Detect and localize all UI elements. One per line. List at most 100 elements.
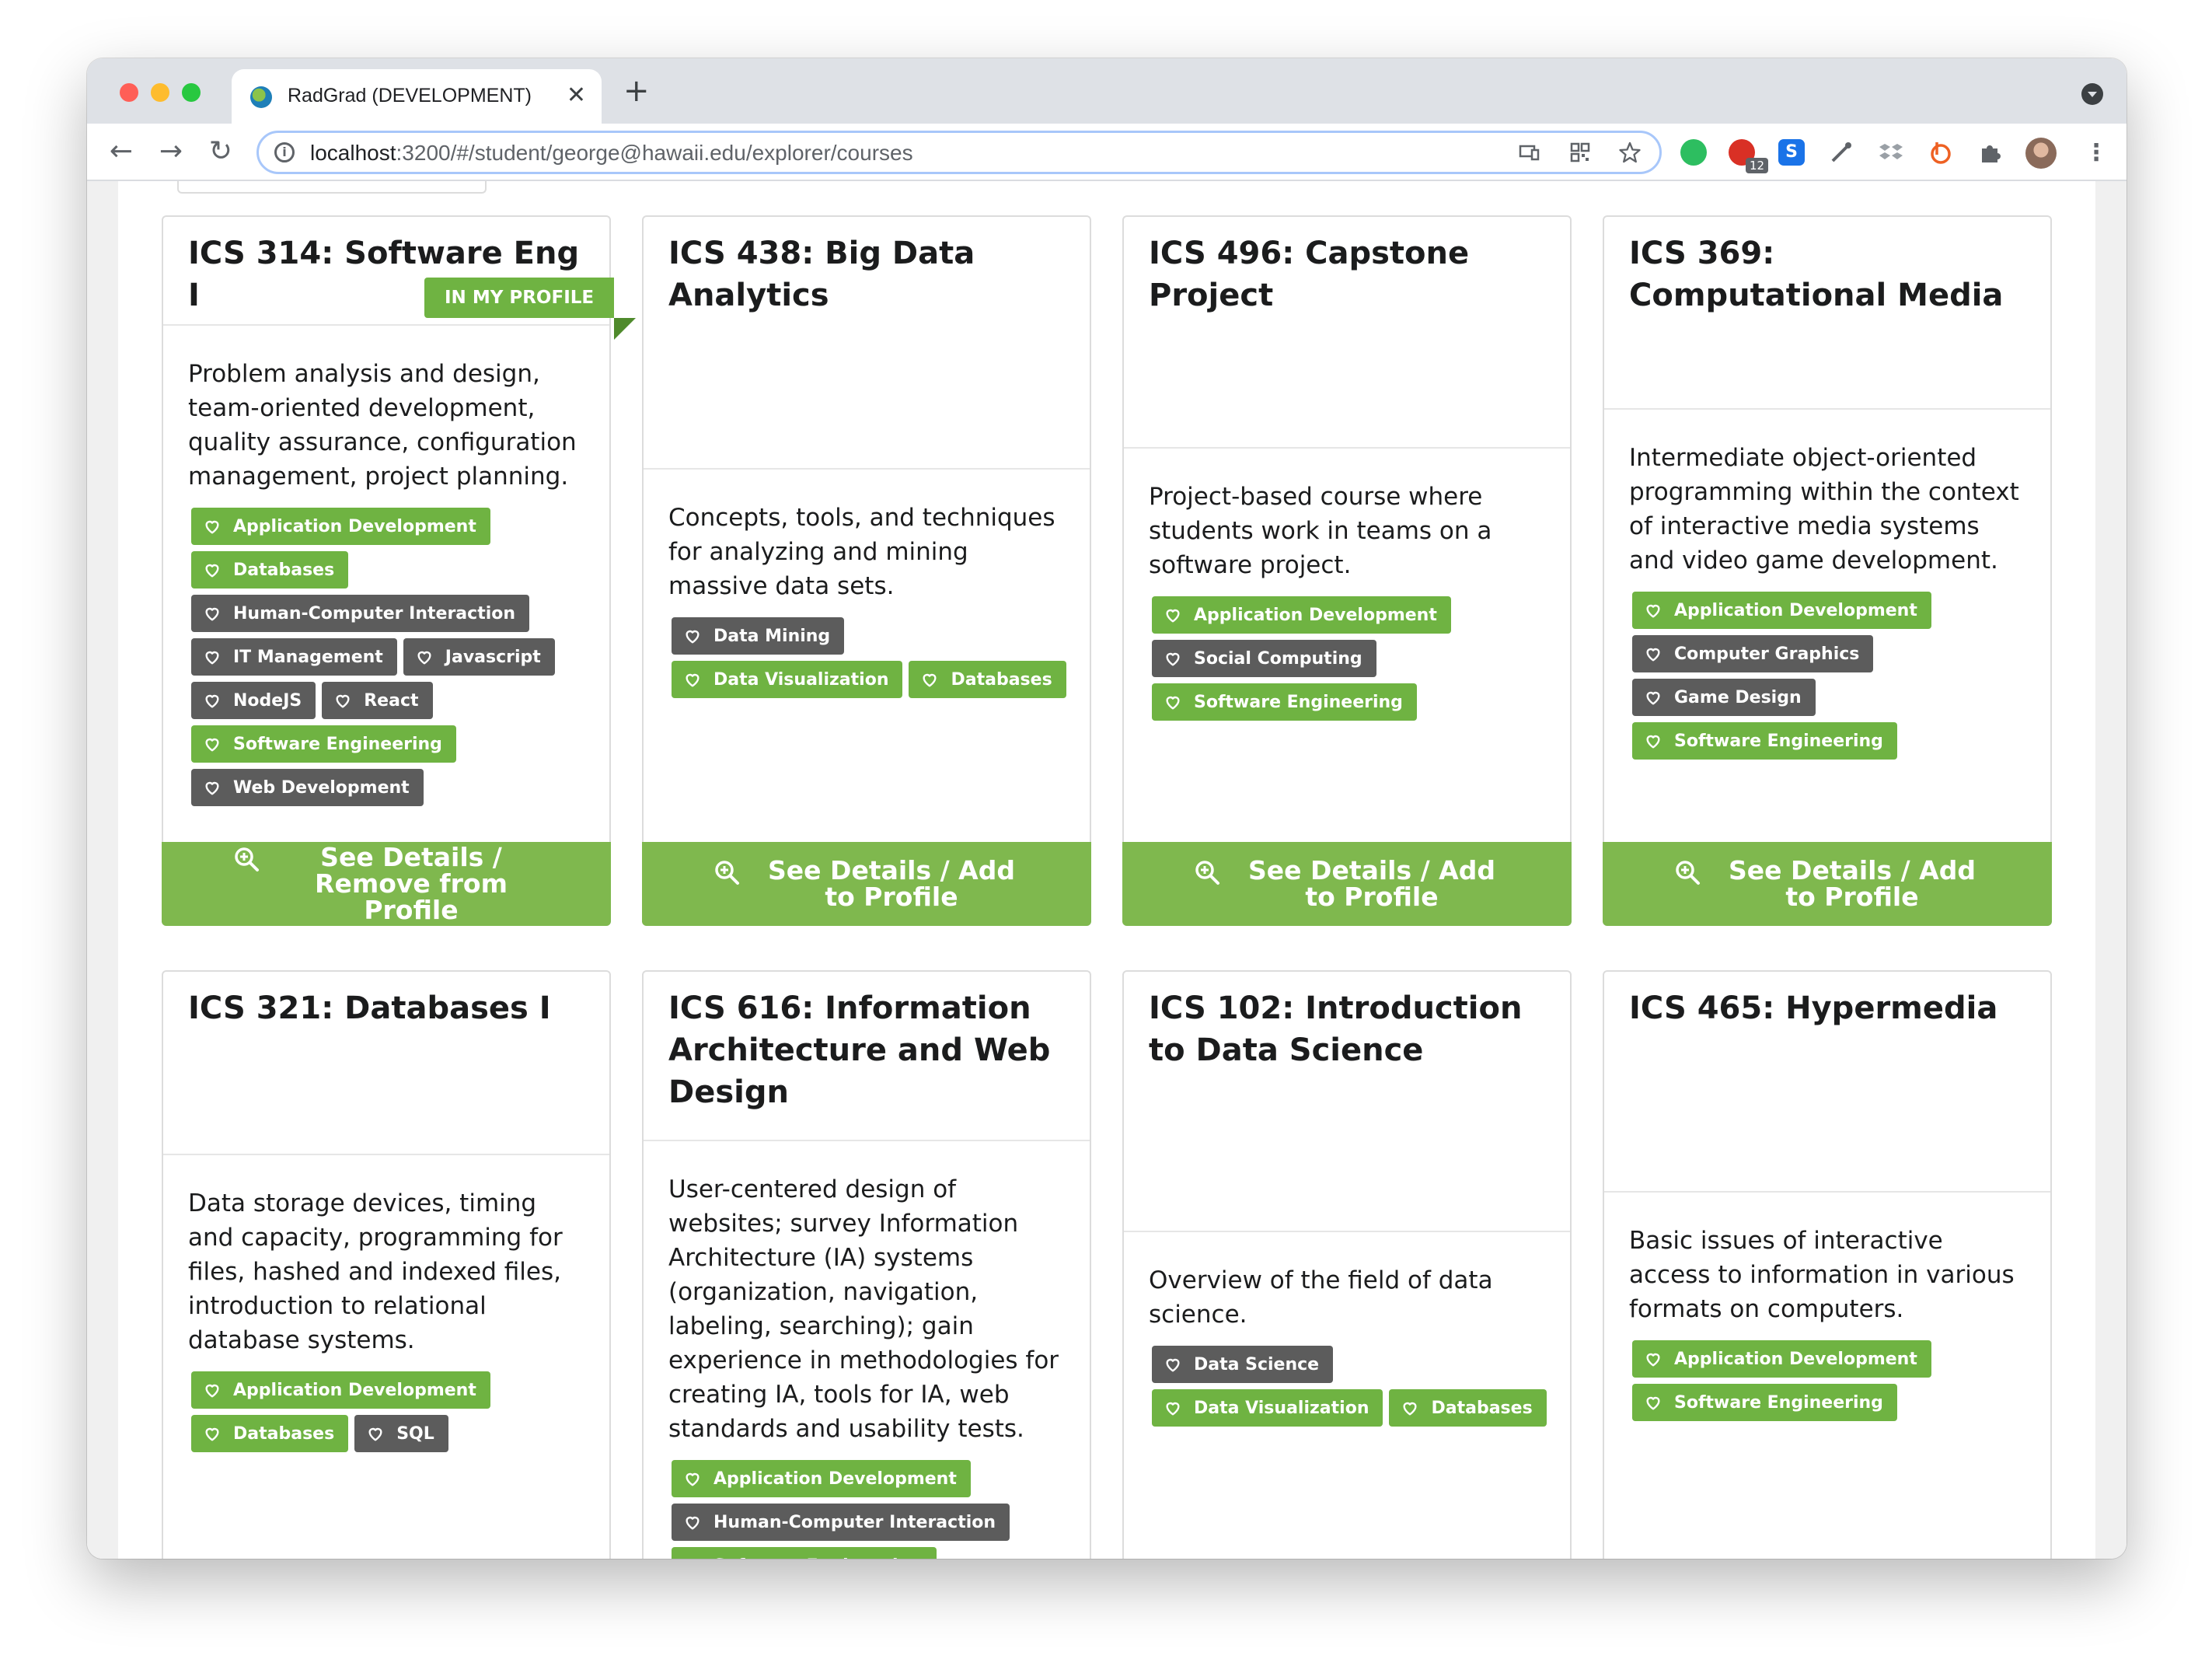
heart-icon <box>1164 650 1181 667</box>
interest-tag[interactable]: Databases <box>909 661 1066 698</box>
interest-tag[interactable]: Application Development <box>1632 592 1931 629</box>
course-title[interactable]: ICS 438: Big Data Analytics <box>668 232 1065 316</box>
heart-icon <box>204 605 221 622</box>
bookmark-star-icon[interactable] <box>1619 141 1641 163</box>
interest-tag[interactable]: Application Development <box>191 508 490 545</box>
heart-icon <box>1164 693 1181 711</box>
evernote-extension-icon[interactable] <box>1680 139 1707 166</box>
course-card-header: ICS 314: Software Eng I IN MY PROFILE <box>163 217 637 340</box>
heart-icon <box>684 627 701 644</box>
heart-icon <box>334 692 351 709</box>
course-title[interactable]: ICS 102: Introduction to Data Science <box>1149 987 1545 1071</box>
interest-tag-label: Javascript <box>445 647 541 667</box>
see-details-add-button[interactable]: See Details / Add to Profile <box>1122 842 1572 926</box>
course-card-body: Basic issues of interactive access to in… <box>1604 1193 2050 1421</box>
heart-icon <box>204 561 221 578</box>
interest-tag[interactable]: React <box>322 682 433 719</box>
url-host: localhost <box>310 141 396 165</box>
close-window-button[interactable] <box>120 83 138 102</box>
profile-avatar[interactable] <box>2025 138 2057 169</box>
interest-tag[interactable]: Software Engineering <box>1632 722 1897 760</box>
in-profile-ribbon-label: IN MY PROFILE <box>445 288 595 308</box>
new-tab-button[interactable]: + <box>623 75 650 107</box>
eyedropper-extension-icon[interactable] <box>1828 139 1854 166</box>
interest-tag[interactable]: NodeJS <box>191 682 316 719</box>
interest-tag[interactable]: Application Development <box>672 1460 971 1497</box>
interest-tags: Application Development Social Computing S… <box>1152 596 1556 721</box>
course-card-body: Concepts, tools, and techniques for anal… <box>644 470 1090 698</box>
course-title[interactable]: ICS 496: Capstone Project <box>1149 232 1545 316</box>
course-card-header: ICS 102: Introduction to Data Science <box>1124 972 1570 1232</box>
interest-tag[interactable]: Software Engineering <box>1152 683 1417 721</box>
extensions-puzzle-icon[interactable] <box>1977 139 2004 166</box>
interest-tags: Data Mining Data Visualization Databases <box>672 617 1076 698</box>
course-title[interactable]: ICS 465: Hypermedia <box>1629 987 2025 1029</box>
interest-tag[interactable]: Databases <box>191 551 349 589</box>
radgrad-favicon-icon <box>250 86 272 108</box>
interest-tag[interactable]: Application Development <box>1632 1340 1931 1378</box>
interest-tag[interactable]: Data Visualization <box>672 661 903 698</box>
forward-button[interactable]: → <box>152 133 190 170</box>
interest-tag[interactable]: Software Engineering <box>672 1547 937 1559</box>
interest-tag-label: Software Engineering <box>713 1556 923 1559</box>
course-card: ICS 465: Hypermedia Basic issues of inter… <box>1603 970 2052 1559</box>
dropbox-extension-icon[interactable] <box>1878 139 1904 166</box>
tab-close-icon[interactable]: ✕ <box>567 82 586 109</box>
course-title[interactable]: ICS 321: Databases I <box>188 987 584 1029</box>
cast-icon[interactable] <box>1518 141 1540 163</box>
interest-tag[interactable]: Databases <box>191 1415 349 1452</box>
qr-code-icon[interactable] <box>1569 141 1591 163</box>
interest-tag[interactable]: Databases <box>1389 1389 1547 1427</box>
course-title[interactable]: ICS 616: Information Architecture and We… <box>668 987 1065 1113</box>
see-details-remove-button[interactable]: See Details / Remove from Profile <box>162 842 611 926</box>
interest-tag-label: Databases <box>951 669 1052 690</box>
see-details-add-button[interactable]: See Details / Add to Profile <box>1603 842 2052 926</box>
interest-tag[interactable]: SQL <box>354 1415 448 1452</box>
site-info-icon[interactable]: i <box>274 142 295 162</box>
interest-tag[interactable]: IT Management <box>191 638 397 676</box>
interest-tag[interactable]: Social Computing <box>1152 640 1376 677</box>
interest-tag[interactable]: Human-Computer Interaction <box>672 1504 1010 1541</box>
minimize-window-button[interactable] <box>151 83 169 102</box>
interest-tag[interactable]: Data Science <box>1152 1346 1334 1383</box>
heart-icon <box>684 1557 701 1559</box>
interest-tag-label: Social Computing <box>1194 648 1362 669</box>
bitly-extension-icon[interactable] <box>1928 139 1954 166</box>
interest-tag[interactable]: Data Visualization <box>1152 1389 1383 1427</box>
in-profile-ribbon: IN MY PROFILE <box>424 278 637 340</box>
see-details-add-button[interactable]: See Details / Add to Profile <box>642 842 1091 926</box>
interest-tag-label: Data Science <box>1194 1354 1320 1374</box>
zoom-in-icon <box>1194 859 1220 885</box>
interest-tag[interactable]: Data Mining <box>672 617 845 655</box>
interest-tag[interactable]: Application Development <box>1152 596 1451 634</box>
interest-tag[interactable]: Software Engineering <box>191 725 456 763</box>
reload-button[interactable]: ↻ <box>202 133 239 170</box>
back-button[interactable]: ← <box>103 133 140 170</box>
heart-icon <box>1645 689 1662 706</box>
browser-menu-icon[interactable]: ⋮ <box>2085 138 2108 169</box>
button-label: See Details / Add to Profile <box>1729 855 1976 912</box>
interest-tag[interactable]: Human-Computer Interaction <box>191 595 530 632</box>
page-content: ICS 314: Software Eng I IN MY PROFILE Prob… <box>118 181 2095 1559</box>
course-description: Overview of the field of data science. <box>1149 1266 1493 1329</box>
interest-tag[interactable]: Javascript <box>403 638 555 676</box>
interest-tag[interactable]: Application Development <box>191 1371 490 1409</box>
interest-tag[interactable]: Game Design <box>1632 679 1816 716</box>
tab-search-icon[interactable] <box>2081 83 2103 105</box>
interest-tag[interactable]: Software Engineering <box>1632 1384 1897 1421</box>
address-bar[interactable]: i localhost:3200/#/student/george@hawaii… <box>256 131 1662 174</box>
course-description: Intermediate object-oriented programming… <box>1629 444 2019 575</box>
browser-window: RadGrad (DEVELOPMENT) ✕ + ← → ↻ i localh… <box>87 58 2127 1559</box>
ribbon-fold <box>614 318 637 340</box>
zoom-window-button[interactable] <box>182 83 201 102</box>
course-title[interactable]: ICS 369: Computational Media <box>1629 232 2025 316</box>
url-text[interactable]: localhost:3200/#/student/george@hawaii.e… <box>310 141 913 166</box>
interest-tag[interactable]: Computer Graphics <box>1632 635 1874 672</box>
browser-tab[interactable]: RadGrad (DEVELOPMENT) ✕ <box>232 69 602 124</box>
s-extension-icon[interactable]: S <box>1778 139 1805 166</box>
scrolled-panel-edge <box>177 181 487 194</box>
interest-tag-label: Software Engineering <box>1674 1392 1883 1413</box>
interest-tag-label: Application Development <box>713 1469 957 1489</box>
interest-tag-label: Human-Computer Interaction <box>233 603 516 623</box>
interest-tag[interactable]: Web Development <box>191 769 424 806</box>
